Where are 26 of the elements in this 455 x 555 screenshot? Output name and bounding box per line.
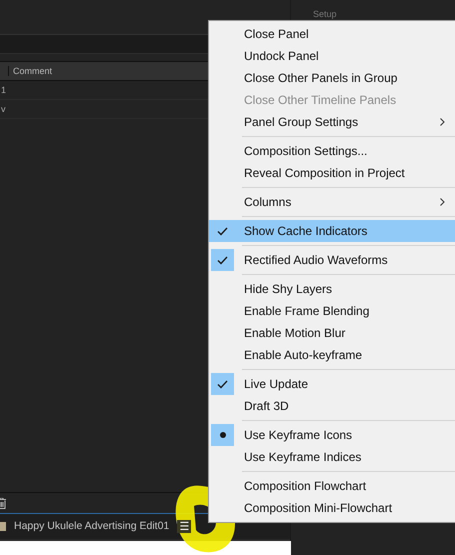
menu-item[interactable]: Show Cache Indicators [209, 220, 455, 242]
menu-item[interactable]: Draft 3D [209, 395, 455, 417]
menu-item[interactable]: Reveal Composition in Project [209, 162, 455, 184]
menu-item[interactable]: Close Panel [209, 23, 455, 45]
menu-item[interactable]: Enable Auto-keyframe [209, 344, 455, 366]
menu-item[interactable]: Use Keyframe Indices [209, 446, 455, 468]
menu-item[interactable]: Live Update [209, 373, 455, 395]
panel-heading: Setup [313, 9, 338, 19]
menu-item[interactable]: Composition Mini-Flowchart [209, 497, 455, 519]
table-cell: 1 [1, 85, 6, 95]
menu-item[interactable]: Composition Flowchart [209, 475, 455, 497]
menu-button[interactable]: ☰ [177, 520, 192, 533]
menu-item[interactable]: Enable Motion Blur [209, 322, 455, 344]
table-cell: v [1, 104, 6, 114]
composition-tab[interactable]: Happy Ukulele Advertising Edit01 [14, 520, 170, 533]
menu-item[interactable]: Close Other Panels in Group [209, 67, 455, 89]
composition-icon [0, 522, 6, 531]
menu-item[interactable]: Rectified Audio Waveforms [209, 249, 455, 271]
column-title[interactable]: Comment [8, 66, 52, 76]
menu-item[interactable]: Enable Frame Blending [209, 300, 455, 322]
menu-item[interactable]: Use Keyframe Icons [209, 424, 455, 446]
menu-item[interactable]: Hide Shy Layers [209, 278, 455, 300]
menu-item[interactable]: Undock Panel [209, 45, 455, 67]
menu-item[interactable]: Composition Settings... [209, 140, 455, 162]
menu-item[interactable]: Columns [209, 191, 455, 213]
menu-item[interactable]: Panel Group Settings [209, 111, 455, 133]
